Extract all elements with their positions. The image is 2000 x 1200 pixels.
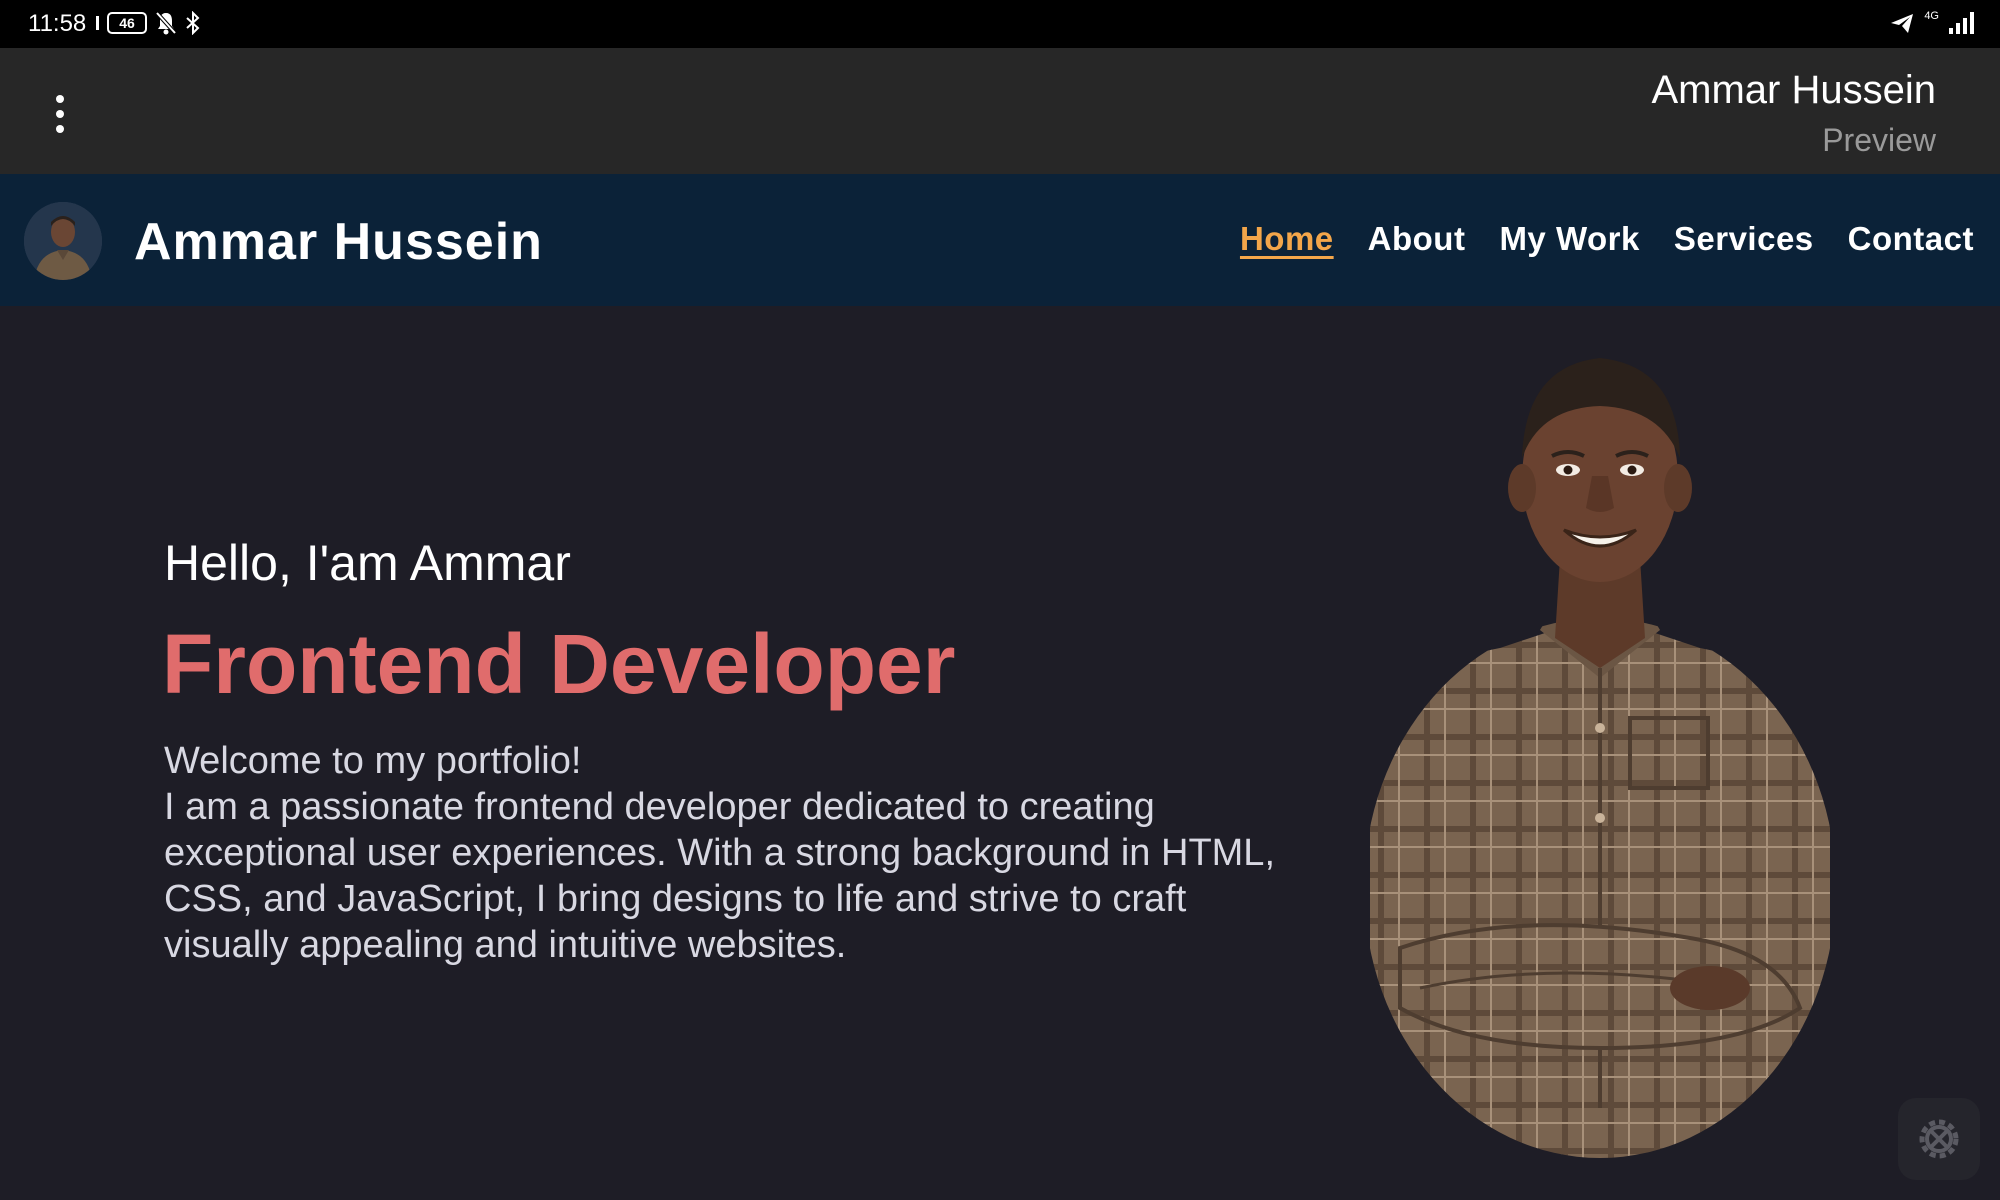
hero-bio-line: I am a passionate frontend developer ded… xyxy=(164,786,1155,828)
avatar[interactable] xyxy=(24,202,102,280)
status-right-icons: 4G xyxy=(1890,10,1974,34)
hero-bio-line: exceptional user experiences. With a str… xyxy=(164,832,1275,874)
gear-icon xyxy=(1919,1119,1959,1159)
hero-intro: Welcome to my portfolio! I am a passiona… xyxy=(164,738,1364,968)
hero-bio-line: visually appealing and intuitive website… xyxy=(164,924,847,966)
notifications-off-icon xyxy=(155,11,177,35)
avatar-image xyxy=(24,202,102,280)
nav-link-home[interactable]: Home xyxy=(1240,220,1334,258)
site-brand[interactable]: Ammar Hussein xyxy=(134,212,543,272)
app-subtitle: Preview xyxy=(1822,122,1936,158)
nav-link-contact[interactable]: Contact xyxy=(1848,220,1974,258)
settings-fab[interactable] xyxy=(1898,1098,1980,1180)
site-navbar: Ammar Hussein Home About My Work Service… xyxy=(0,174,2000,306)
app-title: Ammar Hussein xyxy=(1651,68,1936,112)
nav-link-about[interactable]: About xyxy=(1368,220,1466,258)
hero-role: Frontend Developer xyxy=(162,617,956,711)
hero-section: Hello, I'am Ammar Frontend Developer Wel… xyxy=(0,306,2000,1200)
battery-icon: 46 xyxy=(107,12,147,34)
more-vertical-icon xyxy=(56,95,64,103)
battery-cap xyxy=(96,16,99,30)
hero-bio-line: CSS, and JavaScript, I bring designs to … xyxy=(164,878,1187,920)
network-type: 4G xyxy=(1924,10,1939,22)
status-left-icons: 46 xyxy=(96,11,201,35)
hero-welcome: Welcome to my portfolio! xyxy=(164,740,582,782)
profile-photo xyxy=(1370,358,1830,1158)
status-time: 11:58 xyxy=(28,10,87,37)
bluetooth-icon xyxy=(186,11,200,35)
app-header: Ammar Hussein Preview xyxy=(0,48,2000,174)
send-icon xyxy=(1891,14,1914,33)
nav-links: Home About My Work Services Contact xyxy=(1240,220,1974,258)
nav-link-services[interactable]: Services xyxy=(1674,220,1814,258)
more-options-button[interactable] xyxy=(44,90,76,138)
signal-icon xyxy=(1949,10,1974,34)
status-bar: 11:58 46 4G xyxy=(0,0,2000,48)
nav-link-my-work[interactable]: My Work xyxy=(1499,220,1639,258)
hero-greeting: Hello, I'am Ammar xyxy=(164,535,571,591)
